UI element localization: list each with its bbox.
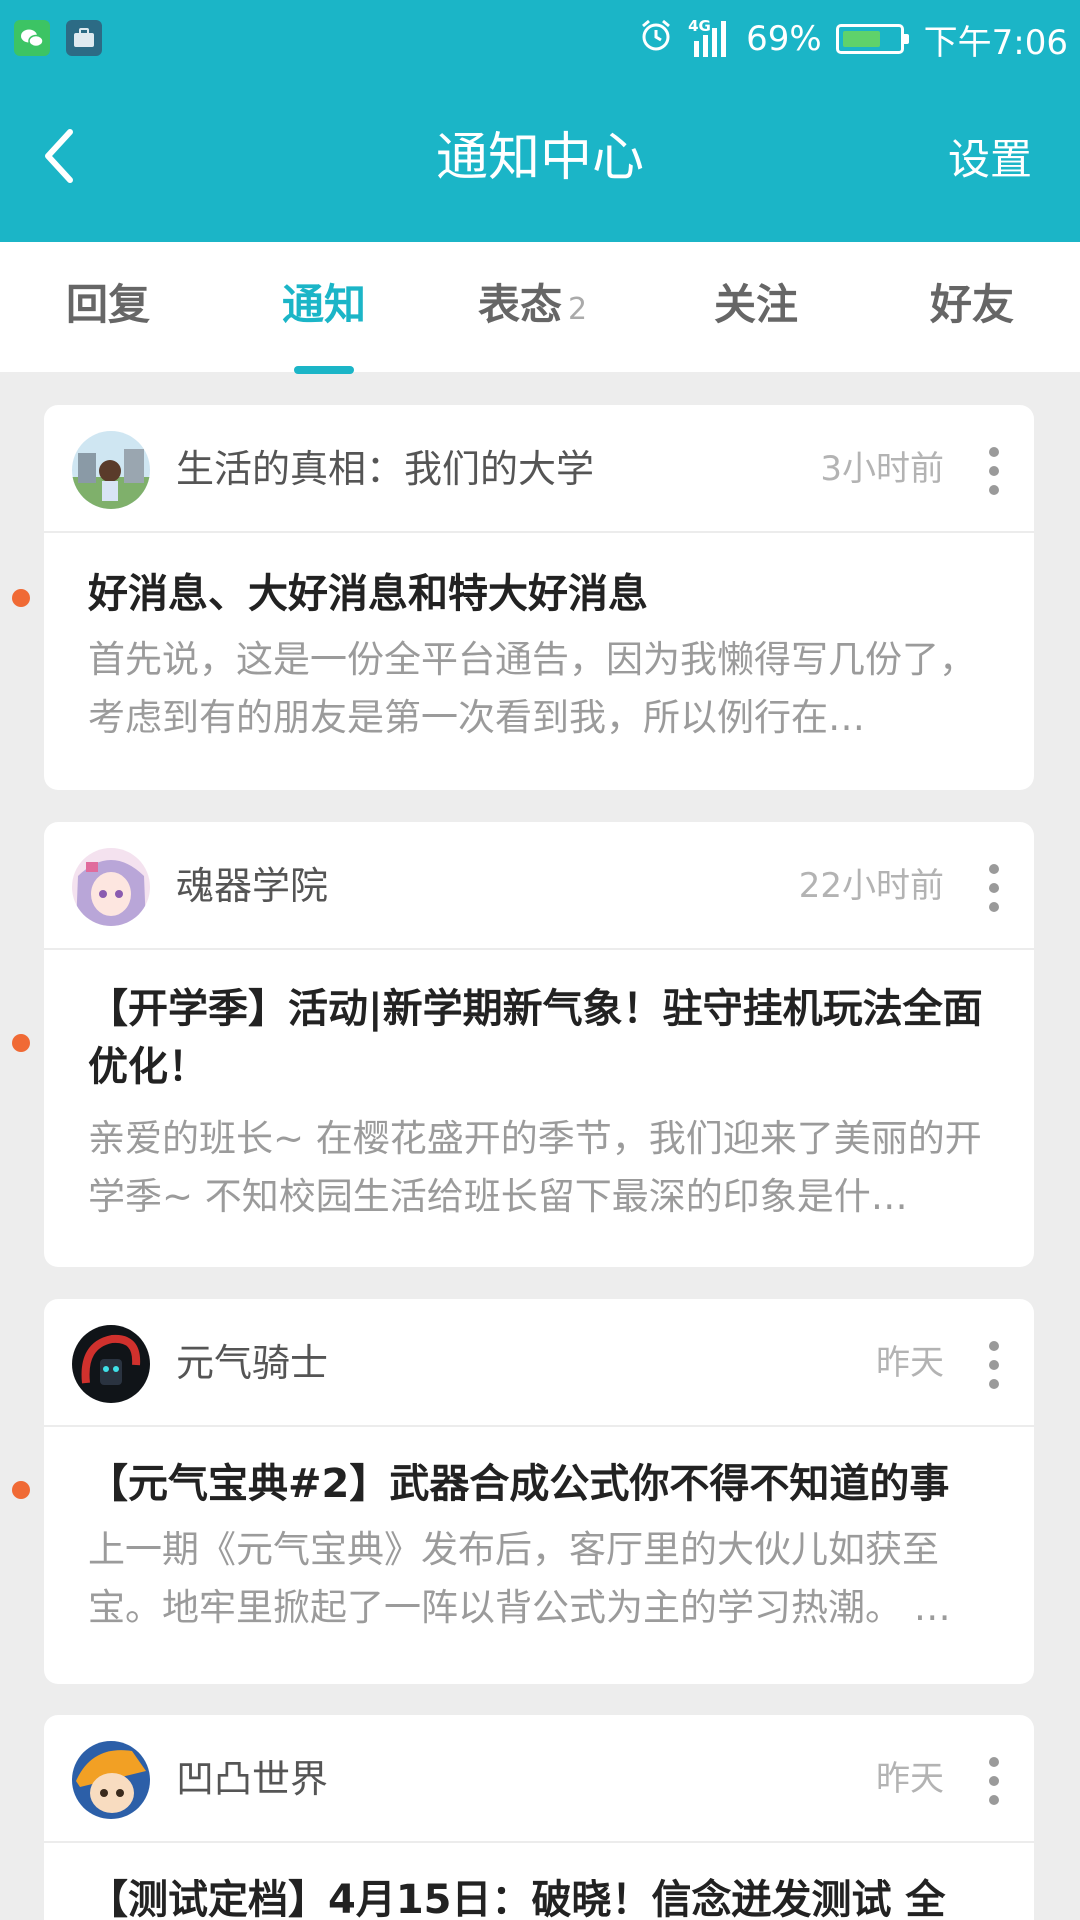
battery-percent: 69% (746, 19, 822, 59)
avatar[interactable] (72, 431, 150, 509)
notification-card[interactable]: 元气骑士 昨天 【元气宝典#2】武器合成公式你不得不知道的事 上一期《元气宝典》… (44, 1299, 1034, 1684)
tab-label: 通知 (282, 280, 367, 329)
more-icon[interactable] (982, 1757, 1006, 1805)
notification-title: 【测试定档】4月15日：破晓！信念迸发测试 全 (88, 1877, 946, 1920)
tab-bar: 回复 通知 表态 2 关注 好友 (0, 242, 1080, 374)
tab-friends[interactable]: 好友 (930, 280, 1014, 330)
more-icon[interactable] (982, 864, 1006, 912)
signal-icon: 4G (688, 17, 732, 59)
tab-badge: 2 (568, 292, 588, 327)
notification-body: 首先说，这是一份全平台通告，因为我懒得写几份了，考虑到有的朋友是第一次看到我，所… (88, 638, 976, 739)
more-icon[interactable] (982, 1341, 1006, 1389)
unread-dot (12, 1034, 30, 1052)
notification-card[interactable]: 凹凸世界 昨天 【测试定档】4月15日：破晓！信念迸发测试 全 (44, 1715, 1034, 1920)
timestamp: 3小时前 (820, 449, 944, 489)
tab-label: 表态 (478, 280, 563, 329)
active-tab-indicator (294, 366, 354, 374)
tab-notifications[interactable]: 通知 (282, 280, 366, 330)
timestamp: 22小时前 (798, 866, 944, 906)
source-name[interactable]: 凹凸世界 (176, 1755, 328, 1803)
battery-icon (835, 24, 909, 54)
app-header: 4G 69% 下午7:06 通知中心 设置 (0, 0, 1080, 242)
notification-card[interactable]: 生活的真相：我们的大学 3小时前 好消息、大好消息和特大好消息 首先说，这是一份… (44, 405, 1034, 790)
tab-reactions[interactable]: 表态 2 (478, 280, 587, 335)
notification-card[interactable]: 魂器学院 22小时前 【开学季】活动|新学期新气象！驻守挂机玩法全面优化！ 亲爱… (44, 822, 1034, 1267)
notification-body: 亲爱的班长~ 在樱花盛开的季节，我们迎来了美丽的开学季~ 不知校园生活给班长留下… (88, 1117, 982, 1218)
page-title: 通知中心 (435, 128, 644, 188)
avatar[interactable] (72, 1741, 150, 1819)
source-name[interactable]: 生活的真相：我们的大学 (176, 445, 594, 493)
unread-dot (12, 1481, 30, 1499)
timestamp: 昨天 (876, 1759, 944, 1799)
source-name[interactable]: 魂器学院 (176, 862, 328, 910)
alarm-icon (638, 17, 674, 62)
card-header: 生活的真相：我们的大学 3小时前 (44, 405, 1034, 533)
notification-title: 【元气宝典#2】武器合成公式你不得不知道的事 (88, 1461, 950, 1507)
settings-button[interactable]: 设置 (948, 136, 1032, 184)
more-icon[interactable] (982, 447, 1006, 495)
notification-body: 上一期《元气宝典》发布后，客厅里的大伙儿如获至宝。地牢里掀起了一阵以背公式为主的… (88, 1528, 951, 1629)
avatar[interactable] (72, 848, 150, 926)
notification-title: 好消息、大好消息和特大好消息 (88, 571, 648, 617)
source-name[interactable]: 元气骑士 (176, 1339, 328, 1387)
avatar[interactable] (72, 1325, 150, 1403)
card-header: 元气骑士 昨天 (44, 1299, 1034, 1427)
bag-icon (66, 20, 102, 56)
unread-dot (12, 589, 30, 607)
status-bar: 4G 69% 下午7:06 (0, 0, 1080, 78)
tab-label: 回复 (66, 280, 151, 329)
battery-level (842, 31, 880, 47)
notification-title: 【开学季】活动|新学期新气象！驻守挂机玩法全面优化！ (88, 986, 983, 1090)
tab-label: 关注 (714, 280, 799, 329)
clock: 下午7:06 (923, 22, 1068, 63)
card-header: 魂器学院 22小时前 (44, 822, 1034, 950)
tab-following[interactable]: 关注 (714, 280, 798, 330)
wechat-icon (14, 20, 50, 56)
tab-label: 好友 (930, 280, 1015, 329)
timestamp: 昨天 (876, 1343, 944, 1383)
card-header: 凹凸世界 昨天 (44, 1715, 1034, 1843)
tab-reply[interactable]: 回复 (66, 280, 150, 330)
